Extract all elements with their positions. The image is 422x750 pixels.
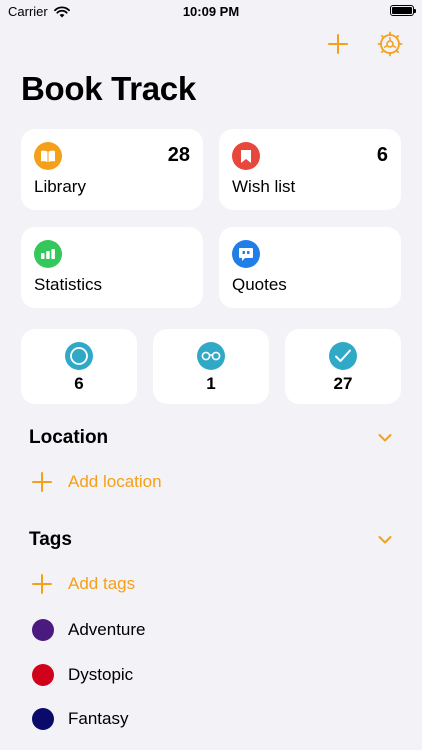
- library-count: 28: [167, 144, 190, 166]
- battery-icon: [390, 5, 416, 16]
- statistics-card[interactable]: Statistics: [21, 227, 203, 308]
- tag-item-dystopic[interactable]: Dystopic: [32, 664, 133, 686]
- status-bar: Carrier 10:09 PM: [0, 0, 422, 24]
- wishlist-count: 6: [376, 144, 388, 166]
- chevron-down-icon[interactable]: [378, 433, 392, 443]
- library-icon-circle: [34, 142, 62, 170]
- library-card[interactable]: 28 Library: [21, 129, 203, 210]
- finished-icon-circle: [329, 342, 357, 370]
- tag-color-dot: [32, 664, 54, 686]
- reading-card[interactable]: 1: [153, 329, 269, 404]
- location-section-title: Location: [29, 427, 109, 448]
- wishlist-label: Wish list: [232, 177, 296, 196]
- add-book-button[interactable]: [324, 30, 352, 58]
- wishlist-card[interactable]: 6 Wish list: [219, 129, 401, 210]
- bar-chart-icon: [41, 249, 55, 259]
- add-location-button[interactable]: Add location: [32, 472, 162, 492]
- to-read-icon-circle: [65, 342, 93, 370]
- library-label: Library: [34, 177, 86, 196]
- tag-item-adventure[interactable]: Adventure: [32, 619, 146, 641]
- circle-icon: [70, 347, 88, 365]
- book-icon: [41, 150, 55, 162]
- reading-icon-circle: [197, 342, 225, 370]
- finished-count: 27: [333, 374, 353, 393]
- chevron-down-icon[interactable]: [378, 535, 392, 545]
- plus-icon: [32, 574, 52, 594]
- quotes-card[interactable]: Quotes: [219, 227, 401, 308]
- quote-bubble-icon: [239, 247, 253, 261]
- tags-section-title: Tags: [29, 529, 72, 550]
- page-title: Book Track: [21, 70, 196, 107]
- quotes-label: Quotes: [232, 275, 287, 294]
- add-location-label: Add location: [68, 472, 162, 491]
- status-time: 10:09 PM: [182, 4, 240, 19]
- plus-icon: [32, 472, 52, 492]
- to-read-card[interactable]: 6: [21, 329, 137, 404]
- settings-button[interactable]: [376, 30, 404, 58]
- bookmark-icon: [241, 149, 251, 163]
- statistics-label: Statistics: [34, 275, 103, 294]
- reading-count: 1: [206, 374, 216, 393]
- nav-actions: [324, 30, 404, 58]
- to-read-count: 6: [74, 374, 84, 393]
- tag-item-fantasy[interactable]: Fantasy: [32, 708, 128, 730]
- checkmark-icon: [335, 349, 351, 362]
- quotes-icon-circle: [232, 240, 260, 268]
- statistics-icon-circle: [34, 240, 62, 268]
- add-tags-button[interactable]: Add tags: [32, 574, 135, 594]
- tag-label: Dystopic: [68, 665, 134, 684]
- wishlist-icon-circle: [232, 142, 260, 170]
- tag-label: Adventure: [68, 620, 146, 639]
- gear-icon: [377, 31, 403, 57]
- tag-label: Fantasy: [68, 709, 129, 728]
- finished-card[interactable]: 27: [285, 329, 401, 404]
- plus-icon: [328, 34, 348, 54]
- glasses-icon: [201, 351, 221, 361]
- add-tags-label: Add tags: [68, 574, 136, 593]
- tag-color-dot: [32, 708, 54, 730]
- tag-color-dot: [32, 619, 54, 641]
